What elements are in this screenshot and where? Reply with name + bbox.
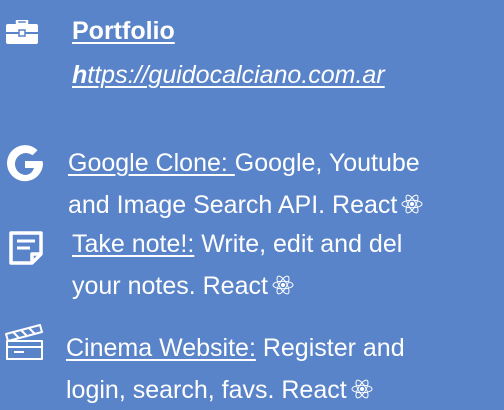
google-clone-line2: and Image Search API. React — [68, 186, 423, 224]
briefcase-icon — [6, 20, 38, 44]
clapperboard-icon — [5, 324, 43, 360]
google-g-icon — [7, 145, 43, 182]
google-clone-line1: Google Clone: Google, Youtube — [68, 144, 420, 182]
cinema-description-2: login, search, favs. React — [66, 376, 347, 404]
google-clone-description-2: and Image Search API. React — [68, 191, 398, 219]
portfolio-link[interactable]: Portfolio — [72, 17, 175, 45]
portfolio-url-link[interactable]: https://guidocalciano.com.ar — [72, 61, 385, 89]
cinema-line1: Cinema Website: Register and — [66, 329, 405, 367]
take-note-link[interactable]: Take note!: — [72, 230, 194, 258]
portfolio-title-line: Portfolio — [72, 12, 175, 50]
portfolio-url-line: https://guidocalciano.com.ar — [72, 56, 385, 94]
take-note-line1: Take note!: Write, edit and del — [72, 225, 402, 263]
url-rest: ttps://guidocalciano.com.ar — [87, 61, 385, 89]
cinema-description-1: Register and — [255, 334, 405, 362]
cinema-website-link[interactable]: Cinema Website: — [66, 334, 256, 362]
google-clone-link[interactable]: Google Clone: — [68, 149, 235, 177]
take-note-line2: your notes. React — [72, 267, 294, 305]
take-note-description-1: Write, edit and del — [194, 230, 403, 258]
url-first-letter: h — [72, 61, 88, 89]
take-note-description-2: your notes. React — [72, 272, 268, 300]
note-icon — [9, 231, 43, 265]
react-atom-icon — [401, 195, 423, 214]
react-atom-icon — [351, 380, 373, 399]
google-clone-description-1: Google, Youtube — [234, 149, 420, 177]
react-atom-icon — [272, 276, 294, 295]
cinema-line2: login, search, favs. React — [66, 371, 373, 409]
